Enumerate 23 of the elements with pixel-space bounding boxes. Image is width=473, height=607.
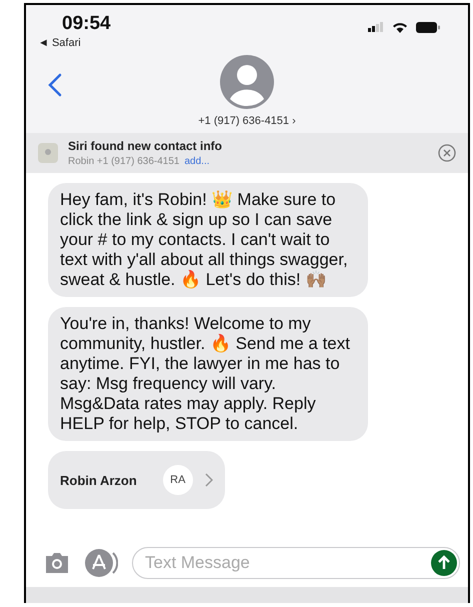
camera-icon[interactable] [44,552,70,574]
contact-name: Robin Arzon [60,472,137,488]
signal-icon [368,22,384,32]
app-store-icon[interactable] [84,548,118,578]
contact-number[interactable]: +1 (917) 636-4151 › [198,115,296,127]
chevron-icon [204,473,213,487]
avatar-icon[interactable] [220,55,274,109]
send-icon[interactable] [431,550,457,576]
back-icon[interactable] [48,73,62,97]
status-time: 09:54 [62,13,111,34]
wifi-icon [392,21,408,33]
battery-icon [416,22,440,32]
message-bubble: You're in, thanks! Welcome to my community, hustler. 🔥 Send me a text anytime. FYI, the lawyer in me has to say: Msg frequency will vary. Msg&Data rates may apply. Reply HELP for help, STOP to cancel. [48,307,368,441]
add-link[interactable]: add... [184,156,210,167]
message-bubble: Hey fam, it's Robin! 👑 Make sure to click the link & sign up so I can save your # to my contacts. I can't wait to text with y'all about all things swagger, sweat & hustle. 🔥 Let's do this! 🙌🏽 [48,183,368,297]
back-to-app-link[interactable]: ◄ Safari [38,37,111,49]
banner-title: Siri found new contact info [68,139,223,153]
banner-detail: Robin +1 (917) 636-4151 [68,156,180,167]
message-field[interactable]: Text Message [132,547,460,579]
contact-card-icon [38,143,58,163]
contact-initials: RA [162,465,193,495]
close-icon[interactable] [438,144,456,162]
contact-card[interactable]: Robin Arzon RA [48,451,225,509]
